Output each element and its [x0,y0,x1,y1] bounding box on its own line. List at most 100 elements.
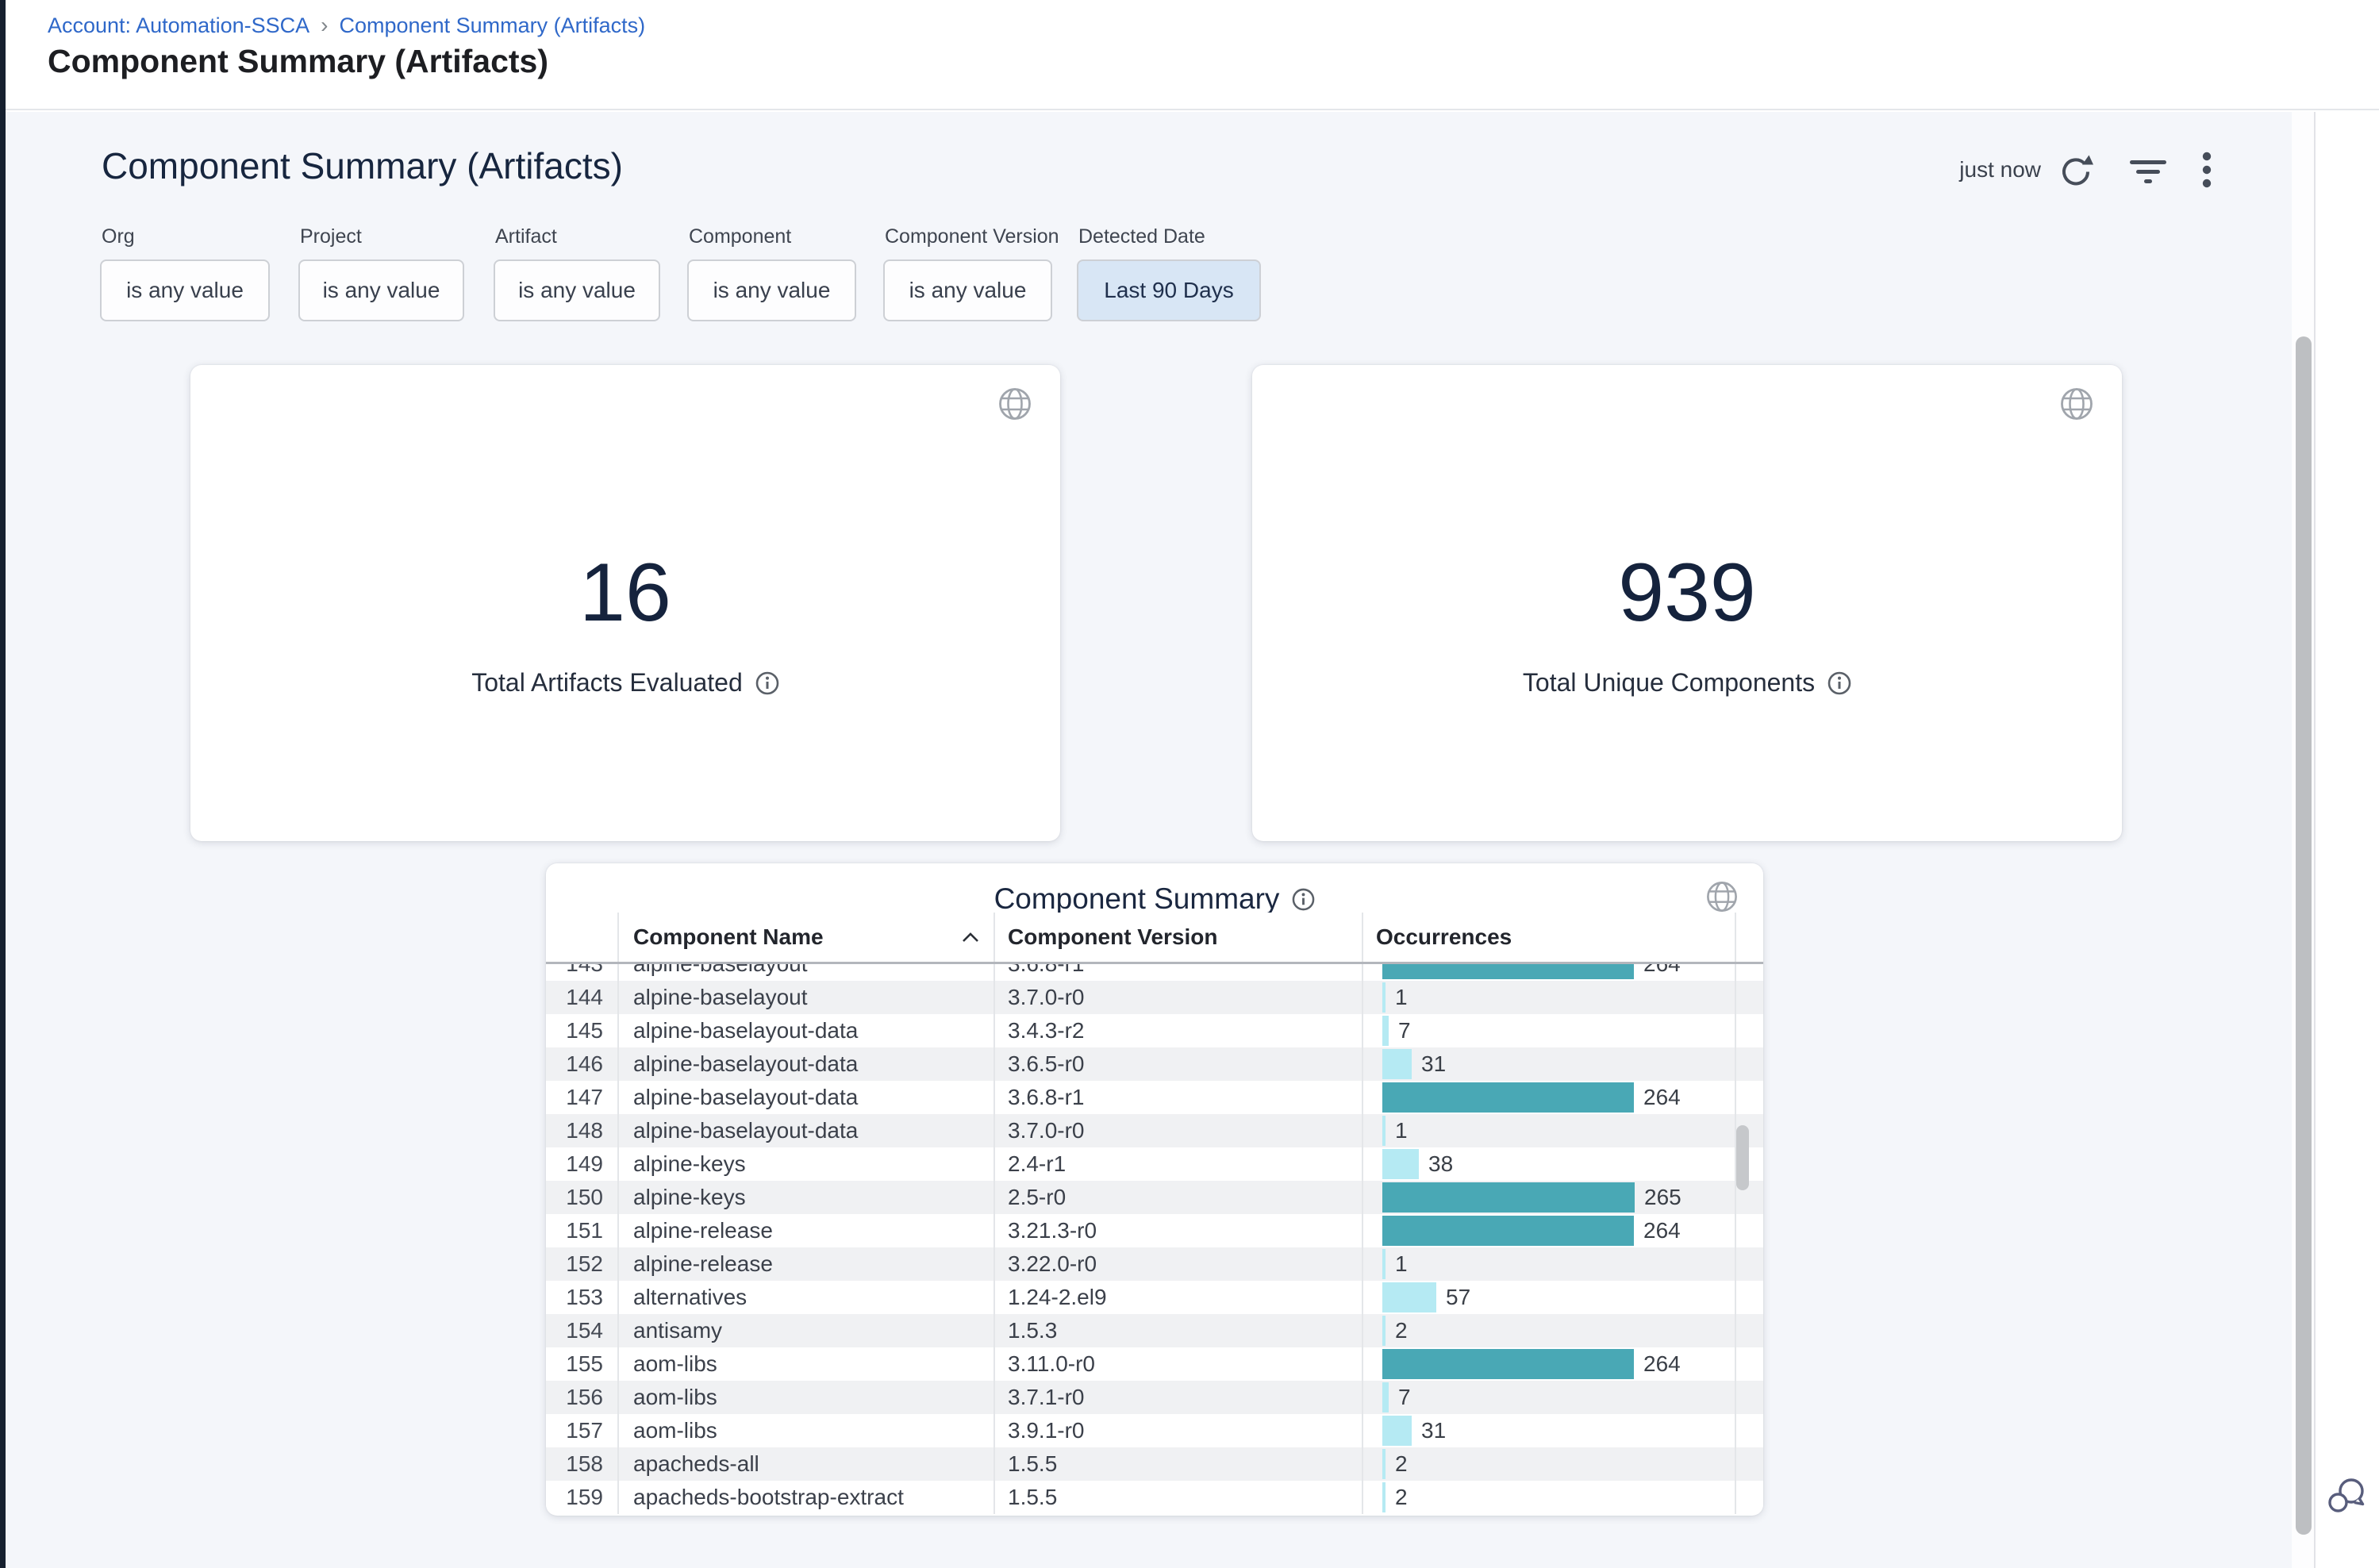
table-scrollbar-thumb[interactable] [1736,1125,1749,1190]
occurrences-value: 38 [1428,1151,1453,1177]
table-row[interactable]: 157aom-libs3.9.1-r031 [546,1414,1763,1447]
component-version-cell: 2.5-r0 [993,1181,1362,1214]
table-row[interactable]: 149alpine-keys2.4-r138 [546,1147,1763,1181]
component-name-cell: aom-libs [617,1414,993,1447]
table-title: Component Summary [994,882,1280,916]
component-version-cell: 3.6.8-r1 [993,1081,1362,1114]
row-index: 152 [546,1247,617,1281]
breadcrumb-account-link[interactable]: Account: Automation-SSCA [48,13,309,38]
clipped-table-row: 143alpine-baselayout3.6.8-r1264 [546,964,1763,981]
filter-detected-date-value-button[interactable]: Last 90 Days [1077,259,1261,321]
component-name-cell: alpine-keys [617,1181,993,1214]
row-index: 147 [546,1081,617,1114]
occurrences-value: 264 [1643,1351,1681,1377]
component-name-cell: alpine-baselayout [617,981,993,1014]
breadcrumb-page-link[interactable]: Component Summary (Artifacts) [340,13,646,38]
component-version-cell: 1.5.3 [993,1314,1362,1347]
occurrences-bar [1382,1449,1386,1479]
table-row[interactable]: 147alpine-baselayout-data3.6.8-r1264 [546,1081,1763,1114]
occurrences-value: 7 [1398,1385,1411,1410]
column-header-occurrences[interactable]: Occurrences [1376,913,1512,962]
table-row[interactable]: 156aom-libs3.7.1-r0 7 [546,1381,1763,1414]
filter-component-version-label: Component Version [885,225,1059,248]
table-row[interactable]: 144alpine-baselayout3.7.0-r01 [546,981,1763,1014]
table-row[interactable]: 158apacheds-all1.5.52 [546,1447,1763,1481]
table-row[interactable]: 159apacheds-bootstrap-extract1.5.52 [546,1481,1763,1514]
occurrences-cell: 31 [1362,1414,1763,1447]
component-version-cell: 3.9.1-r0 [993,1414,1362,1447]
stat-value: 16 [190,546,1060,640]
occurrences-cell: 7 [1362,1381,1763,1414]
occurrences-value: 265 [1644,1185,1681,1210]
refresh-button[interactable] [2057,152,2095,190]
occurrences-bar [1382,1349,1634,1379]
row-index: 150 [546,1181,617,1214]
tile-total-unique-components: 939 Total Unique Components [1252,365,2122,841]
row-index: 157 [546,1414,617,1447]
occurrences-cell: 1 [1362,981,1763,1014]
component-name-cell: aom-libs [617,1347,993,1381]
table-row[interactable]: 154antisamy1.5.32 [546,1314,1763,1347]
filter-detected-date-label: Detected Date [1078,225,1205,248]
occurrences-value: 31 [1421,1051,1446,1077]
occurrences-bar [1382,1016,1389,1046]
occurrences-cell: 264 [1362,1214,1763,1247]
filter-icon [2129,157,2167,187]
row-index: 144 [546,981,617,1014]
occurrences-bar [1382,982,1386,1013]
table-row[interactable]: 152alpine-release3.22.0-r01 [546,1247,1763,1281]
component-version-cell: 1.5.5 [993,1481,1362,1514]
info-icon[interactable] [755,671,779,695]
column-header-component-version[interactable]: Component Version [1008,913,1217,962]
component-version-cell: 1.5.5 [993,1447,1362,1481]
occurrences-bar [1382,1282,1436,1312]
component-name-cell: aom-libs [617,1381,993,1414]
row-index: 155 [546,1347,617,1381]
component-name-cell: alpine-keys [617,1147,993,1181]
table-row[interactable]: 146alpine-baselayout-data3.6.5-r031 [546,1047,1763,1081]
component-name-cell: alpine-release [617,1214,993,1247]
occurrences-bar [1382,1382,1389,1412]
right-margin [2317,112,2379,1568]
occurrences-value: 1 [1395,985,1408,1010]
table-row[interactable]: 155aom-libs3.11.0-r0 264 [546,1347,1763,1381]
dashboard-actions-menu[interactable] [2198,151,2216,190]
chat-support-button[interactable] [2327,1476,2368,1516]
info-icon[interactable] [1292,888,1315,911]
sort-ascending-icon [962,932,979,943]
info-icon[interactable] [1827,671,1851,695]
filter-artifact-value-button[interactable]: is any value [494,259,660,321]
table-row[interactable]: 150alpine-keys2.5-r0 265 [546,1181,1763,1214]
occurrences-value: 2 [1395,1451,1408,1477]
header-scroll-shadow [546,962,1763,964]
component-version-cell: 3.22.0-r0 [993,1247,1362,1281]
filter-component-value-button[interactable]: is any value [687,259,856,321]
occurrences-value: 264 [1643,1218,1681,1243]
filter-component-label: Component [689,225,791,248]
component-name-cell: alpine-baselayout-data [617,1014,993,1047]
page-title: Component Summary (Artifacts) [48,43,548,80]
component-version-cell: 3.11.0-r0 [993,1347,1362,1381]
occurrences-cell: 264 [1362,964,1763,981]
filter-project-value-button[interactable]: is any value [298,259,464,321]
occurrences-cell: 7 [1362,1014,1763,1047]
row-index: 156 [546,1381,617,1414]
top-header: Account: Automation-SSCA › Component Sum… [6,0,2379,110]
filter-component-version-value-button[interactable]: is any value [883,259,1052,321]
table-row[interactable]: 145alpine-baselayout-data3.4.3-r27 [546,1014,1763,1047]
globe-icon [2060,387,2093,421]
occurrences-value: 264 [1643,1085,1681,1110]
chat-support-icon [2327,1476,2368,1516]
stat-label: Total Unique Components [1523,668,1815,698]
component-version-cell: 3.7.1-r0 [993,1381,1362,1414]
filter-org-value-button[interactable]: is any value [100,259,270,321]
collapsed-sidebar[interactable] [0,0,6,1568]
page-scrollbar-thumb[interactable] [2296,336,2312,1535]
column-header-component-name[interactable]: Component Name [633,913,824,962]
occurrences-cell: 2 [1362,1314,1763,1347]
table-row[interactable]: 153alternatives1.24-2.el957 [546,1281,1763,1314]
dashboard-filters-button[interactable] [2128,157,2168,187]
table-row[interactable]: 143alpine-baselayout3.6.8-r1264 [546,964,1763,981]
table-row[interactable]: 151alpine-release3.21.3-r0264 [546,1214,1763,1247]
table-row[interactable]: 148alpine-baselayout-data3.7.0-r01 [546,1114,1763,1147]
